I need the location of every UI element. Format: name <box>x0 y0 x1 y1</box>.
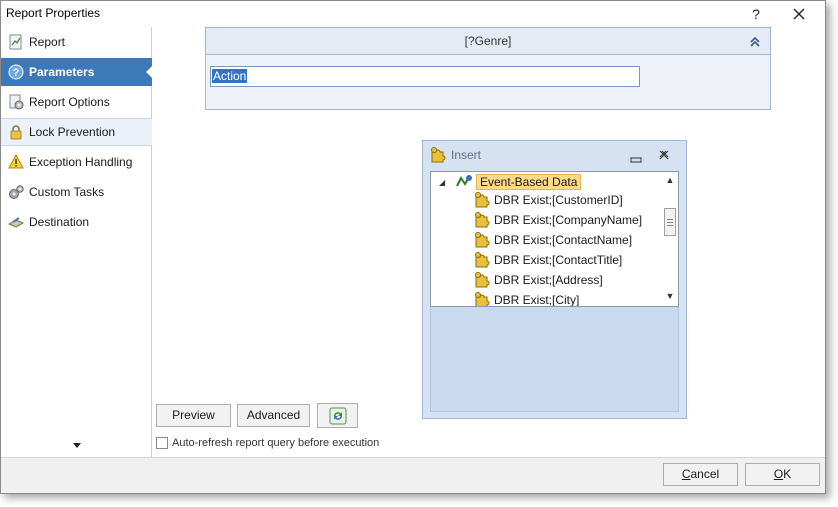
title-bar: Report Properties ? <box>1 1 825 27</box>
puzzle-icon <box>475 292 490 306</box>
sidebar-item-parameters[interactable]: ? Parameters <box>1 58 153 86</box>
report-properties-dialog: Report Properties ? Report ? Parameters … <box>0 0 826 494</box>
destination-icon <box>7 213 25 231</box>
dialog-footer: Cancel OK <box>1 457 825 493</box>
parameter-panel: [?Genre] Action <box>205 27 771 110</box>
sidebar-scroll-down[interactable] <box>71 439 83 449</box>
sidebar-item-label: Custom Tasks <box>29 185 105 199</box>
refresh-icon <box>329 407 346 424</box>
puzzle-icon <box>475 212 490 228</box>
auto-refresh-option[interactable]: Auto-refresh report query before executi… <box>156 437 379 449</box>
parameter-name: [?Genre] <box>464 34 512 48</box>
sidebar-item-label: Exception Handling <box>29 155 133 169</box>
gears-icon <box>7 183 25 201</box>
minimize-icon <box>630 157 642 163</box>
puzzle-icon <box>475 232 490 248</box>
insert-header: Insert <box>423 141 686 169</box>
collapse-button[interactable] <box>748 28 762 55</box>
close-button[interactable] <box>787 3 811 25</box>
close-icon <box>793 8 805 20</box>
tree-item-label: DBR Exist;[City] <box>494 293 580 307</box>
scroll-thumb[interactable] <box>664 208 676 236</box>
ok-label: K <box>783 467 792 481</box>
cancel-button[interactable]: Cancel <box>663 463 738 486</box>
insert-tree: ◢ Event-Based Data DBR Exist;[CustomerID… <box>430 171 679 307</box>
chevron-double-up-icon <box>750 36 760 47</box>
close-icon <box>659 150 669 160</box>
sidebar-item-report-options[interactable]: Report Options <box>1 88 152 116</box>
expand-triangle-icon[interactable]: ◢ <box>439 178 449 187</box>
sidebar-item-exception-handling[interactable]: Exception Handling <box>1 148 152 176</box>
parameter-header[interactable]: [?Genre] <box>206 28 770 55</box>
advanced-button[interactable]: Advanced <box>237 404 310 427</box>
puzzle-icon <box>475 272 490 288</box>
tree-item-label: DBR Exist;[CompanyName] <box>494 213 643 227</box>
insert-close-button[interactable] <box>657 148 671 162</box>
minimize-button[interactable] <box>629 149 643 163</box>
tree-item-label: DBR Exist;[ContactName] <box>494 233 633 247</box>
tree-item-label: DBR Exist;[ContactTitle] <box>494 253 623 267</box>
sidebar-item-label: Parameters <box>29 65 95 79</box>
parameters-content: [?Genre] Action Insert ◢ Event-Based Dat… <box>153 27 825 457</box>
sidebar-item-label: Lock Prevention <box>29 125 116 139</box>
warning-icon <box>7 153 25 171</box>
help-circle-icon: ? <box>7 63 25 81</box>
auto-refresh-label: Auto-refresh report query before executi… <box>172 437 380 449</box>
sidebar-item-custom-tasks[interactable]: Custom Tasks <box>1 178 152 206</box>
scroll-up-arrow-icon[interactable]: ▲ <box>664 175 676 187</box>
lock-icon <box>7 123 25 141</box>
sidebar-item-label: Report <box>29 35 66 49</box>
report-icon <box>7 33 25 51</box>
tree-item[interactable]: DBR Exist;[Address] <box>473 270 603 290</box>
tree-item-label: DBR Exist;[Address] <box>494 273 603 287</box>
tree-item[interactable]: DBR Exist;[CustomerID] <box>473 190 623 210</box>
tree-item-label: DBR Exist;[CustomerID] <box>494 193 623 207</box>
tree-root-label: Event-Based Data <box>476 174 582 190</box>
puzzle-icon <box>475 252 490 268</box>
insert-title: Insert <box>451 148 482 162</box>
tree-item[interactable]: DBR Exist;[City] <box>473 290 580 307</box>
refresh-button[interactable] <box>317 403 358 428</box>
chevron-down-icon <box>73 443 81 448</box>
tree-item[interactable]: DBR Exist;[CompanyName] <box>473 210 642 230</box>
tree-scrollbar[interactable]: ▲ ▼ <box>662 172 678 306</box>
event-data-icon <box>456 175 472 187</box>
svg-text:?: ? <box>13 67 20 79</box>
help-button[interactable]: ? <box>746 3 766 25</box>
sidebar-item-report[interactable]: Report <box>1 28 152 56</box>
tree-item[interactable]: DBR Exist;[ContactName] <box>473 230 632 250</box>
cancel-label: ancel <box>690 467 720 481</box>
sidebar-item-label: Destination <box>29 215 90 229</box>
sidebar: Report ? Parameters Report Options Lock … <box>1 27 153 457</box>
report-options-icon <box>7 93 25 111</box>
tree-item[interactable]: DBR Exist;[ContactTitle] <box>473 250 622 270</box>
preview-button[interactable]: Preview <box>156 404 231 427</box>
insert-preview-area <box>430 307 679 412</box>
ok-button[interactable]: OK <box>745 463 820 486</box>
puzzle-icon <box>475 192 490 208</box>
parameter-value-input[interactable]: Action <box>210 66 640 87</box>
insert-panel: Insert ◢ Event-Based Data DBR Exist;[Cus… <box>422 140 687 419</box>
ok-accelerator: O <box>773 467 784 481</box>
sidebar-item-label: Report Options <box>29 95 110 109</box>
auto-refresh-checkbox[interactable] <box>156 437 168 449</box>
tree-root-node[interactable]: ◢ Event-Based Data <box>439 173 582 191</box>
sidebar-item-destination[interactable]: Destination <box>1 208 152 236</box>
scroll-down-arrow-icon[interactable]: ▼ <box>664 291 676 303</box>
parameter-value: Action <box>212 69 248 83</box>
sidebar-item-lock-prevention[interactable]: Lock Prevention <box>1 118 152 146</box>
window-title: Report Properties <box>6 6 101 20</box>
puzzle-icon <box>431 147 446 163</box>
